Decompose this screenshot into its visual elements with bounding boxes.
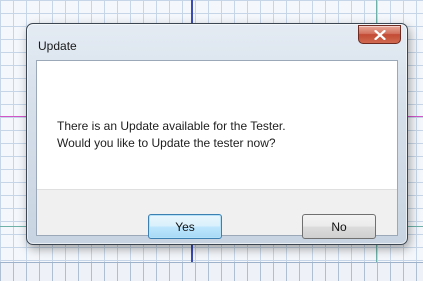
dialog-titlebar[interactable]: Update (27, 24, 407, 58)
bottom-ruler (0, 262, 423, 281)
dialog-message: There is an Update available for the Tes… (57, 118, 286, 152)
update-dialog: Update There is an Update available for … (26, 23, 408, 245)
close-x-icon (374, 30, 386, 40)
close-button[interactable] (358, 25, 401, 44)
dialog-content: There is an Update available for the Tes… (37, 61, 397, 189)
message-line-2: Would you like to Update the tester now? (57, 136, 276, 150)
dialog-title: Update (38, 39, 77, 53)
dialog-button-bar: Yes No (37, 189, 397, 239)
dialog-client-area: There is an Update available for the Tes… (36, 60, 398, 239)
message-line-1: There is an Update available for the Tes… (57, 119, 286, 133)
yes-button[interactable]: Yes (148, 214, 222, 239)
no-button[interactable]: No (302, 214, 376, 239)
